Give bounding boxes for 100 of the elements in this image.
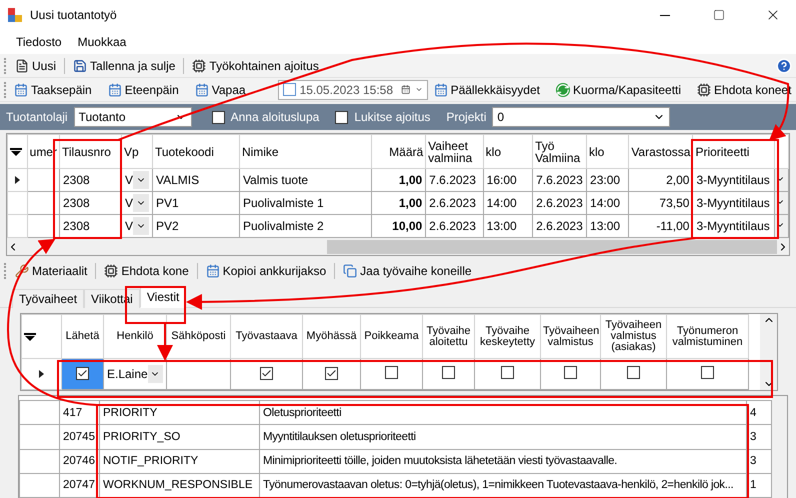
column-header[interactable]: Prioriteetti	[692, 134, 775, 168]
table-cell: V	[121, 192, 152, 214]
refresh-icon	[556, 82, 570, 96]
table-cell: 2308	[59, 214, 122, 238]
window-title: Uusi tuotantotyö	[30, 8, 117, 22]
column-header[interactable]: Tuotekoodi	[152, 134, 240, 168]
calendar-icon	[14, 82, 28, 96]
checkbox[interactable]	[701, 366, 714, 379]
table-cell: Puolivalmiste 1	[239, 192, 372, 214]
table-cell: 2308	[59, 168, 122, 192]
app-icon	[8, 8, 22, 22]
table-cell: Valmis tuote	[239, 168, 372, 192]
checkbox[interactable]	[212, 110, 225, 124]
checkbox[interactable]	[76, 366, 89, 380]
toolbar-button[interactable]: Taaksepäin	[10, 78, 96, 100]
table-cell: 3-Myyntitilaus	[692, 192, 775, 214]
column-header[interactable]: Työnumeron valmistuminen	[666, 314, 748, 358]
table-cell: 7.6.2023	[532, 168, 587, 192]
table-cell: 14:00	[586, 192, 629, 214]
table-cell: 2308	[59, 192, 122, 214]
checkbox[interactable]	[385, 366, 398, 379]
column-header[interactable]: Sähköposti	[166, 314, 230, 358]
calendar-icon	[206, 264, 220, 278]
tab[interactable]: Työvaiheet	[12, 289, 84, 308]
current-row-icon	[14, 176, 20, 184]
checkbox[interactable]	[501, 366, 514, 379]
toolbar-button[interactable]: Vapaa	[190, 78, 250, 100]
checkbox[interactable]	[260, 366, 273, 380]
toolbar-button[interactable]: Eteenpäin	[104, 78, 183, 100]
toolbar-button[interactable]: Materiaalit	[11, 260, 92, 282]
column-header[interactable]: Myöhässä	[302, 314, 360, 358]
column-header[interactable]: Työvaiheen valmistus	[540, 314, 600, 358]
toolbar-button[interactable]: Tallenna ja sulje	[69, 54, 180, 76]
filter-icon[interactable]	[10, 148, 22, 156]
column-header[interactable]: klo	[586, 134, 629, 168]
column-header[interactable]: Nimike	[239, 134, 372, 168]
calendar-icon[interactable]	[401, 83, 411, 96]
table-cell: 2,00	[628, 168, 693, 192]
checkbox[interactable]	[627, 366, 640, 379]
column-header[interactable]: Työvaiheen valmistus (asiakas)	[600, 314, 666, 358]
column-header[interactable]: Henkilö	[104, 314, 166, 358]
table-cell: 23:00	[586, 168, 629, 192]
toolbar-button[interactable]: Päällekkäisyydet	[430, 78, 544, 100]
checkbox[interactable]	[335, 110, 348, 124]
column-header[interactable]: Määrä	[372, 134, 426, 168]
chip-icon	[192, 58, 206, 72]
checkbox[interactable]	[282, 83, 296, 96]
toolbar-button[interactable]: Jaa työvaihe koneille	[339, 260, 476, 282]
column-header[interactable]: Työvastaava	[230, 314, 302, 358]
checkbox[interactable]	[442, 366, 455, 379]
table-cell: PRIORITY	[100, 400, 260, 425]
table-cell: 10,00	[372, 214, 426, 238]
column-header[interactable]: Vp	[121, 134, 152, 168]
table-cell: 2.6.2023	[426, 214, 484, 238]
toolbar-button[interactable]: Uusi	[11, 54, 60, 76]
table-cell: V	[121, 168, 152, 192]
vertical-scrollbar[interactable]	[772, 396, 787, 498]
column-header[interactable]: Lähetä	[62, 314, 104, 358]
checkbox-label: Lukitse ajoitus	[354, 110, 430, 124]
table-cell: 73,50	[628, 192, 693, 214]
column-header[interactable]: Työ Valmiina	[532, 134, 587, 168]
column-header[interactable]: Varastossa	[628, 134, 693, 168]
copy-icon	[343, 264, 358, 278]
column-header[interactable]: Työvaihe keskeytetty	[474, 314, 540, 358]
table-cell: PV2	[152, 214, 240, 238]
project-dropdown[interactable]: 0	[492, 107, 670, 127]
column-header[interactable]: klo	[483, 134, 533, 168]
type-dropdown[interactable]: Tuotanto	[74, 107, 192, 127]
date-field[interactable]: 15.05.2023 15:58	[278, 80, 428, 100]
toolbar-button[interactable]: Kuorma/Kapasiteetti	[552, 78, 686, 100]
checkbox-label: Anna aloituslupa	[230, 110, 320, 124]
table-cell: 2.6.2023	[532, 192, 587, 214]
document-icon	[15, 58, 29, 72]
toolbar-button[interactable]: Työkohtainen ajoitus	[188, 54, 323, 76]
menu-item[interactable]: Tiedosto	[8, 35, 70, 49]
table-cell: 3-Myyntitilaus	[692, 214, 775, 238]
calendar-icon	[194, 82, 209, 96]
vertical-scrollbar[interactable]	[760, 314, 777, 390]
table-cell: Työnumerovastaavan oletus: 0=tyhjä(oletus), 1=nimikkeen Tuotevastaava-henkilö, 2=henkilö jok...	[260, 473, 746, 498]
minimize-icon	[660, 14, 670, 16]
column-header[interactable]: Vaiheet valmiina	[426, 134, 484, 168]
wrench-icon	[15, 264, 29, 278]
checkbox[interactable]	[564, 366, 577, 379]
field-label: Projekti	[446, 110, 486, 124]
table-cell: 1,00	[372, 168, 426, 192]
table-cell: WORKNUM_RESPONSIBLE	[100, 473, 260, 498]
horizontal-scrollbar[interactable]	[7, 238, 789, 255]
toolbar-button[interactable]: Ehdota kone	[100, 260, 193, 282]
toolbar-button[interactable]: Kopioi ankkurijakso	[202, 260, 330, 282]
menu-item[interactable]: Muokkaa	[70, 35, 134, 49]
column-header[interactable]: Työvaihe aloitettu	[422, 314, 474, 358]
current-row-icon	[39, 370, 44, 378]
table-cell: PV1	[152, 192, 240, 214]
column-header[interactable]: Poikkeama	[360, 314, 422, 358]
checkbox[interactable]	[325, 366, 338, 380]
filter-icon[interactable]	[24, 332, 36, 340]
column-header[interactable]: Tilausnro	[59, 134, 122, 168]
chip-icon	[104, 264, 118, 278]
help-icon[interactable]	[776, 58, 792, 74]
table-cell: 7.6.2023	[426, 168, 484, 192]
